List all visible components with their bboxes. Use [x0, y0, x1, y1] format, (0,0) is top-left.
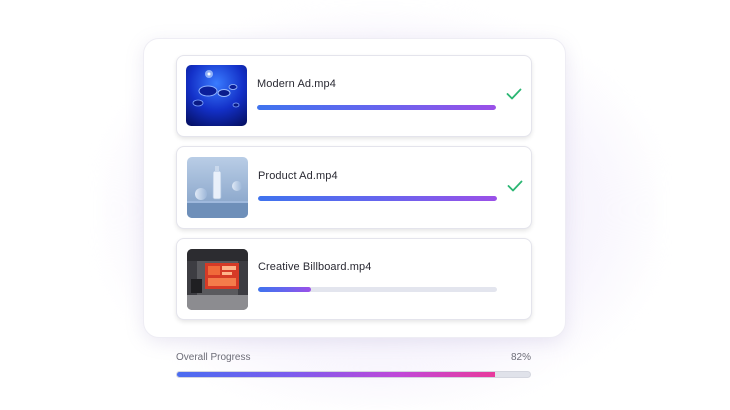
file-progress-fill — [258, 287, 311, 292]
upload-card-modern-ad[interactable]: Modern Ad.mp4 — [176, 55, 532, 137]
thumbnail-creative-billboard — [187, 249, 248, 310]
thumbnail-modern-ad — [186, 65, 247, 126]
file-progress-track — [258, 287, 497, 292]
file-name: Modern Ad.mp4 — [257, 78, 336, 90]
file-progress-track — [257, 105, 496, 110]
file-name: Product Ad.mp4 — [258, 170, 338, 182]
file-progress-fill — [257, 105, 496, 110]
overall-progress-percent: 82% — [510, 352, 531, 363]
check-icon — [507, 180, 523, 192]
upload-stage: Modern Ad.mp4 Product Ad.mp4 Creative Bi… — [0, 0, 730, 410]
upload-card-creative-billboard[interactable]: Creative Billboard.mp4 — [176, 238, 532, 320]
file-progress-track — [258, 196, 497, 201]
check-icon — [506, 88, 522, 100]
file-progress-fill — [258, 196, 497, 201]
overall-progress-fill — [177, 372, 495, 377]
thumbnail-product-ad — [187, 157, 248, 218]
overall-progress-track — [176, 371, 531, 378]
overall-progress-label: Overall Progress — [176, 352, 251, 363]
file-name: Creative Billboard.mp4 — [258, 261, 372, 273]
upload-card-product-ad[interactable]: Product Ad.mp4 — [176, 146, 532, 229]
